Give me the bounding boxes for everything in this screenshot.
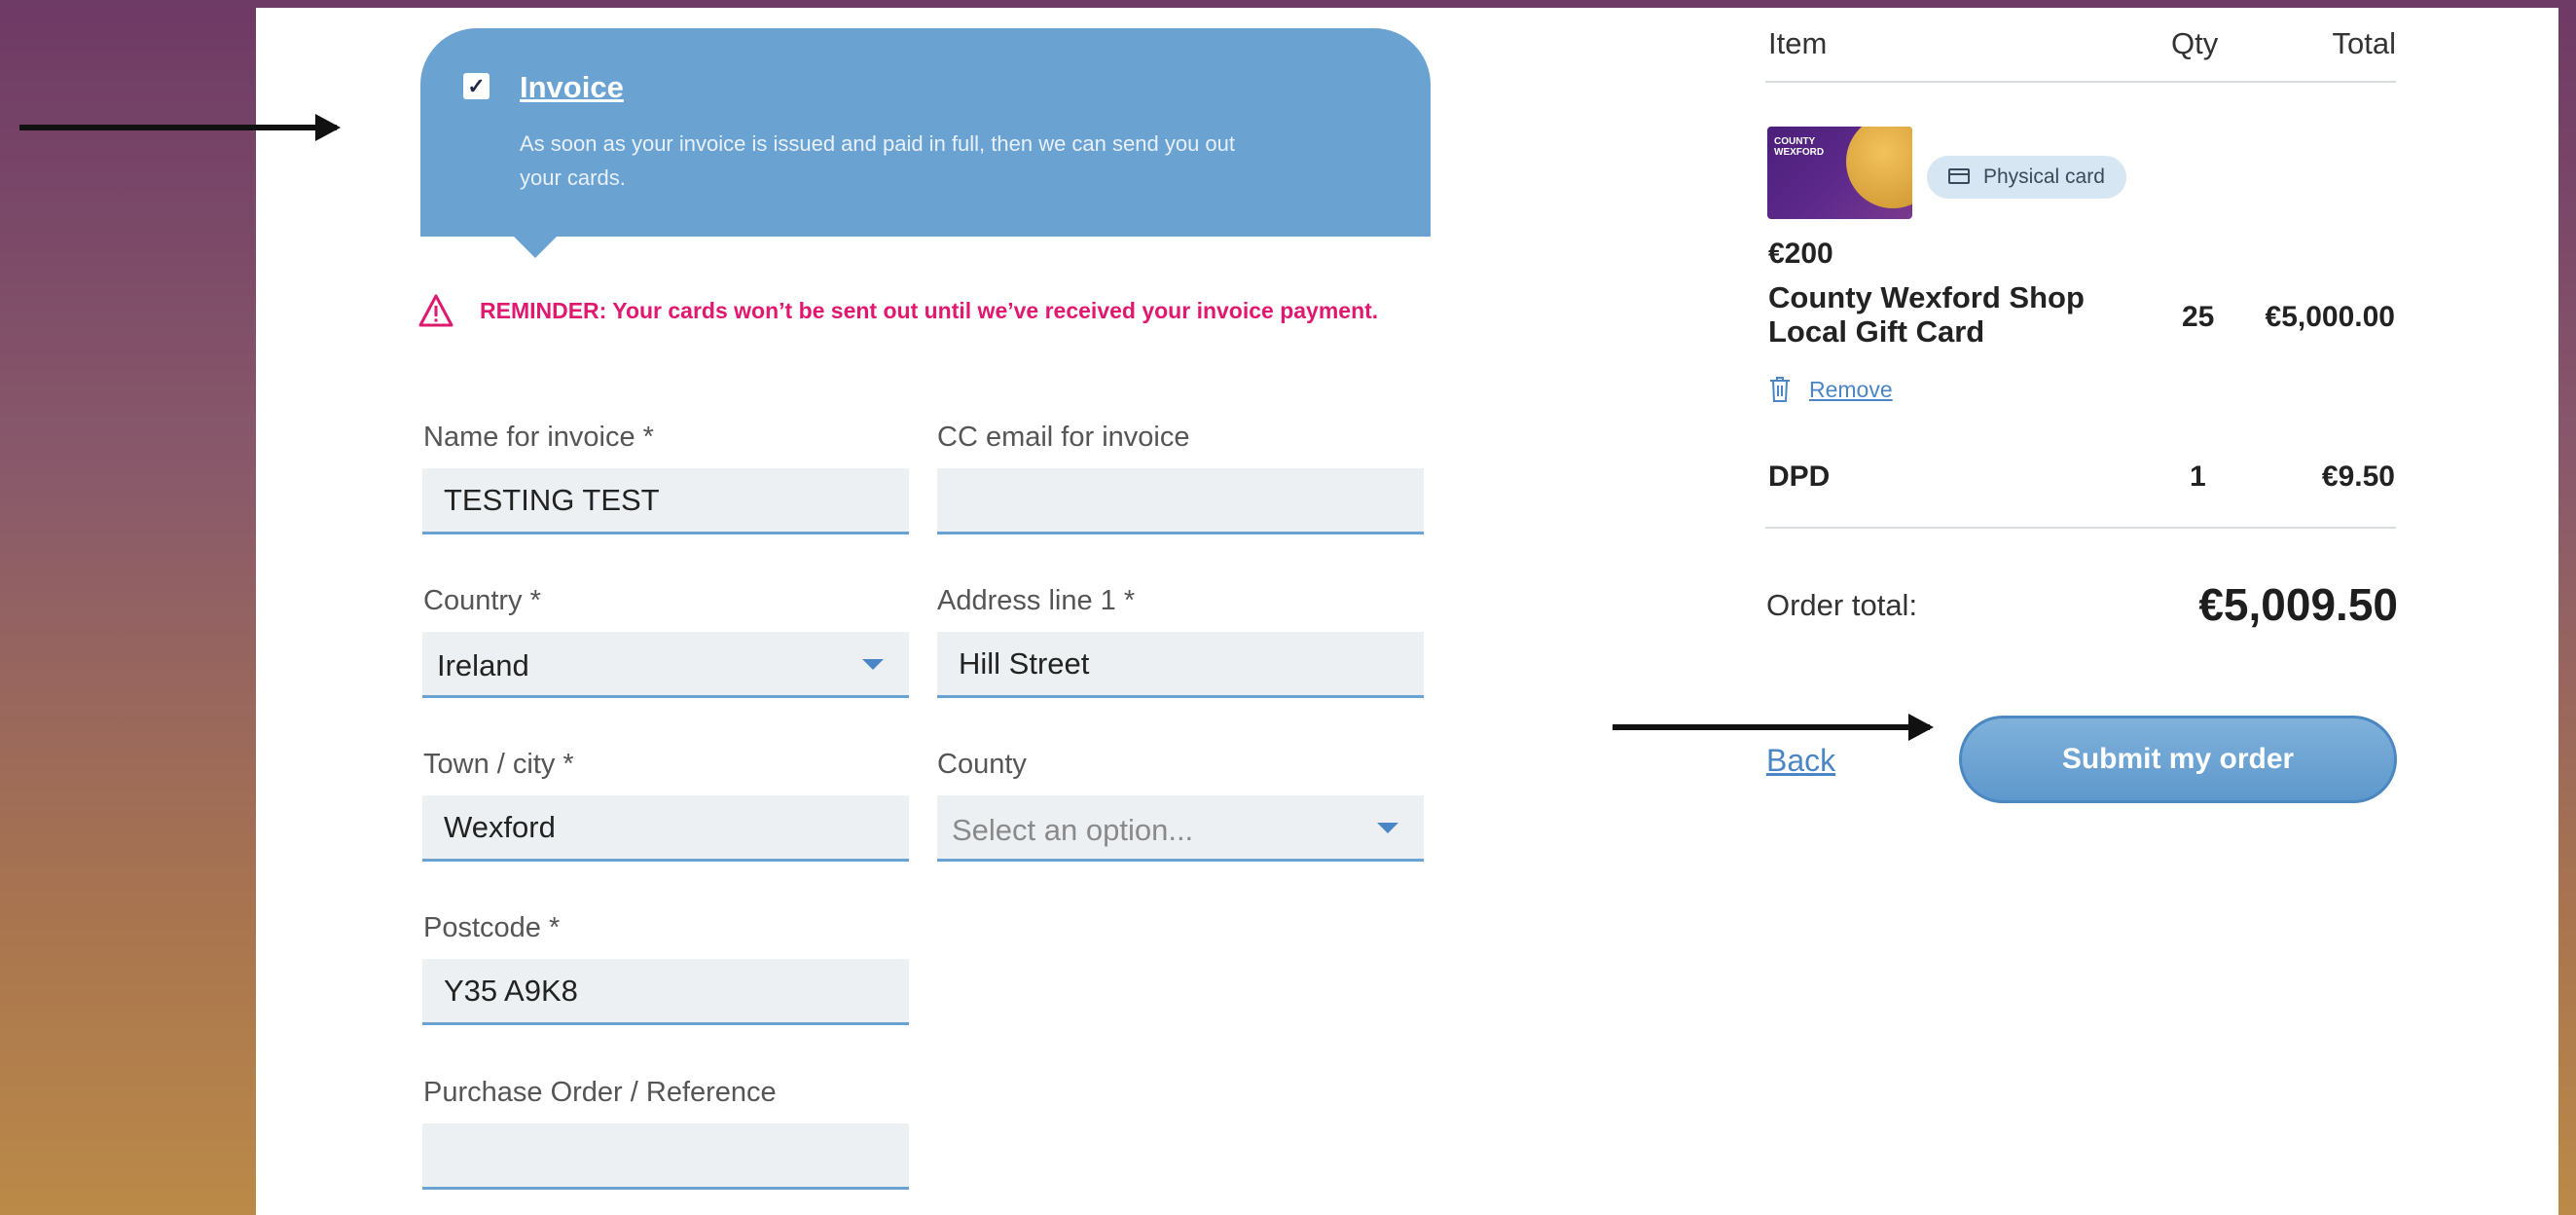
trash-icon[interactable]: [1768, 375, 1792, 404]
county-placeholder: Select an option...: [952, 813, 1194, 847]
postcode-field[interactable]: Y35 A9K8: [422, 959, 909, 1025]
shipping-total: €9.50: [2321, 460, 2395, 493]
product-denomination: €200: [1768, 238, 1833, 270]
cc-email-field[interactable]: [937, 468, 1424, 534]
product-total: €5,000.00: [2265, 301, 2395, 333]
divider: [1765, 81, 2396, 83]
town-label: Town / city *: [423, 749, 574, 780]
product-qty: 25: [2182, 301, 2215, 333]
address-value: Hill Street: [959, 646, 1090, 681]
shipping-qty: 1: [2190, 460, 2206, 493]
address-label: Address line 1 *: [937, 585, 1136, 616]
reminder-text: REMINDER: Your cards won’t be sent out u…: [480, 298, 1379, 323]
county-select[interactable]: Select an option...: [937, 795, 1424, 862]
remove-link[interactable]: Remove: [1809, 377, 1893, 403]
name-field[interactable]: TESTING TEST: [422, 468, 909, 534]
po-label: Purchase Order / Reference: [423, 1077, 777, 1108]
name-label: Name for invoice *: [423, 422, 654, 453]
physical-card-badge: Physical card: [1927, 156, 2126, 199]
warning-icon: [418, 294, 454, 327]
divider: [1765, 527, 2396, 529]
header-qty: Qty: [2171, 26, 2219, 60]
cc-email-label: CC email for invoice: [937, 422, 1190, 453]
chevron-down-icon: [1377, 823, 1398, 833]
badge-label: Physical card: [1983, 166, 2105, 188]
country-label: Country *: [423, 585, 541, 616]
country-value: Ireland: [437, 648, 529, 682]
county-label: County: [937, 749, 1027, 780]
shipping-name: DPD: [1768, 460, 1831, 493]
annotation-arrow-submit: [1613, 714, 1934, 741]
chevron-down-icon: [862, 659, 884, 670]
back-link[interactable]: Back: [1766, 743, 1835, 779]
po-field[interactable]: [422, 1123, 909, 1190]
address-field[interactable]: Hill Street: [937, 632, 1424, 698]
order-total-value: €5,009.50: [2198, 579, 2398, 630]
submit-order-button[interactable]: Submit my order: [1959, 716, 2397, 803]
town-field[interactable]: Wexford: [422, 795, 909, 862]
postcode-label: Postcode *: [423, 912, 561, 943]
town-value: Wexford: [444, 810, 556, 844]
product-name: County Wexford Shop Local Gift Card: [1768, 280, 2085, 349]
order-total-label: Order total:: [1766, 588, 1918, 622]
invoice-checkbox[interactable]: ✓: [463, 73, 490, 99]
invoice-description: As soon as your invoice is issued and pa…: [520, 131, 1236, 190]
credit-card-icon: [1948, 168, 1970, 184]
invoice-title[interactable]: Invoice: [520, 70, 624, 105]
gift-card-image: COUNTY WEXFORD: [1767, 127, 1912, 219]
postcode-value: Y35 A9K8: [444, 974, 578, 1008]
name-value: TESTING TEST: [444, 483, 660, 517]
header-total: Total: [2332, 26, 2396, 60]
country-select[interactable]: Ireland: [422, 632, 909, 698]
header-item: Item: [1768, 26, 1828, 60]
annotation-arrow-invoice: [19, 114, 341, 141]
